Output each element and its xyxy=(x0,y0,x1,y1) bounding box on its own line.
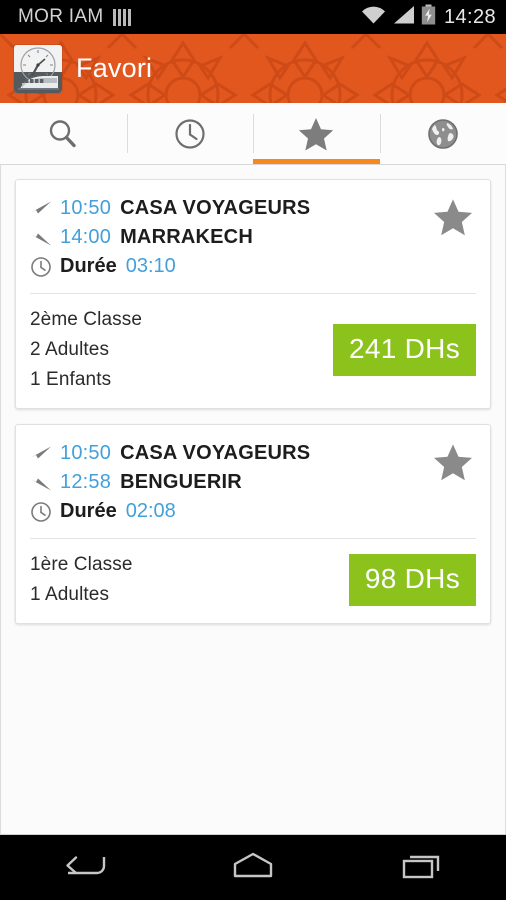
children-count: 1 Enfants xyxy=(30,369,112,390)
train-clock-app-icon xyxy=(14,44,62,93)
tab-world[interactable] xyxy=(379,103,506,164)
battery-charging-icon xyxy=(421,4,436,30)
star-filled-icon xyxy=(433,199,473,236)
nav-back-button[interactable] xyxy=(0,849,169,886)
status-bar: MOR IAM 14:28 xyxy=(0,0,506,34)
price-badge: 98 DHs xyxy=(348,554,476,606)
android-navigation-bar xyxy=(0,835,506,900)
favorites-list: 10:50 CASA VOYAGEURS 14:00 MARRAKECH Dur… xyxy=(0,165,506,835)
fare-summary: 2ème Classe 2 Adultes 1 Enfants 241 DHs xyxy=(16,294,490,408)
departure-station: CASA VOYAGEURS xyxy=(120,442,311,464)
arrival-station: BENGUERIR xyxy=(120,471,242,493)
nav-home-button[interactable] xyxy=(169,849,338,886)
duration-clock-icon xyxy=(30,256,60,278)
departure-station: CASA VOYAGEURS xyxy=(120,197,311,219)
departure-arrow-icon xyxy=(30,445,60,463)
arrival-station: MARRAKECH xyxy=(120,226,253,248)
trip-summary: 10:50 CASA VOYAGEURS 14:00 MARRAKECH Dur… xyxy=(16,180,490,293)
home-icon xyxy=(225,849,281,886)
page-title: Favori xyxy=(76,53,153,83)
passenger-lines: 2ème Classe 2 Adultes 1 Enfants xyxy=(30,305,142,395)
duration-row: Durée 02:08 xyxy=(30,497,426,526)
star-filled-icon xyxy=(433,444,473,481)
arrival-row: 12:58 BENGUERIR xyxy=(30,468,426,497)
duration-label: Durée xyxy=(60,500,117,522)
nav-recents-button[interactable] xyxy=(337,849,506,886)
arrival-time: 12:58 xyxy=(60,471,112,493)
trip-lines: 10:50 CASA VOYAGEURS 12:58 BENGUERIR Dur… xyxy=(30,439,426,526)
star-icon xyxy=(297,115,335,153)
cellular-signal-icon xyxy=(392,5,415,29)
price-badge: 241 DHs xyxy=(332,324,476,376)
fare-summary: 1ère Classe 1 Adultes 98 DHs xyxy=(16,539,490,623)
globe-icon xyxy=(425,116,461,152)
favorite-star-button[interactable] xyxy=(426,439,476,488)
departure-arrow-icon xyxy=(30,200,60,218)
sim-signal-icon xyxy=(112,8,131,26)
passenger-lines: 1ère Classe 1 Adultes xyxy=(30,550,132,610)
adults-count: 2 Adultes xyxy=(30,339,110,360)
clock-icon xyxy=(172,116,208,152)
departure-row: 10:50 CASA VOYAGEURS xyxy=(30,194,426,223)
status-bar-left: MOR IAM xyxy=(18,6,131,28)
departure-row: 10:50 CASA VOYAGEURS xyxy=(30,439,426,468)
arrival-arrow-icon xyxy=(30,229,60,247)
duration-value: 03:10 xyxy=(125,255,176,277)
wifi-icon xyxy=(361,5,386,29)
tab-favorites[interactable] xyxy=(253,103,380,164)
status-clock: 14:28 xyxy=(443,5,496,28)
trip-summary: 10:50 CASA VOYAGEURS 12:58 BENGUERIR Dur… xyxy=(16,425,490,538)
duration-value: 02:08 xyxy=(125,500,176,522)
duration-row: Durée 03:10 xyxy=(30,252,426,281)
trip-lines: 10:50 CASA VOYAGEURS 14:00 MARRAKECH Dur… xyxy=(30,194,426,281)
travel-class: 2ème Classe xyxy=(30,309,142,330)
phone-screen: MOR IAM 14:28 Favori 10:50 CASA VOYAGEUR… xyxy=(0,0,506,900)
action-bar: Favori xyxy=(0,34,506,103)
back-arrow-icon xyxy=(58,849,110,886)
arrival-arrow-icon xyxy=(30,474,60,492)
favorite-card[interactable]: 10:50 CASA VOYAGEURS 12:58 BENGUERIR Dur… xyxy=(15,424,491,624)
recents-icon xyxy=(396,849,448,886)
duration-clock-icon xyxy=(30,501,60,523)
carrier-label: MOR IAM xyxy=(18,6,104,27)
search-icon xyxy=(45,116,81,152)
tab-search[interactable] xyxy=(0,103,127,164)
favorite-star-button[interactable] xyxy=(426,194,476,243)
arrival-time: 14:00 xyxy=(60,226,112,248)
duration-label: Durée xyxy=(60,255,117,277)
travel-class: 1ère Classe xyxy=(30,554,133,575)
status-bar-right: 14:28 xyxy=(361,4,496,30)
tab-history[interactable] xyxy=(126,103,254,164)
arrival-row: 14:00 MARRAKECH xyxy=(30,223,426,252)
adults-count: 1 Adultes xyxy=(30,584,110,605)
favorite-card[interactable]: 10:50 CASA VOYAGEURS 14:00 MARRAKECH Dur… xyxy=(15,179,491,409)
departure-time: 10:50 xyxy=(60,197,112,219)
departure-time: 10:50 xyxy=(60,442,112,464)
tab-bar xyxy=(0,103,506,165)
